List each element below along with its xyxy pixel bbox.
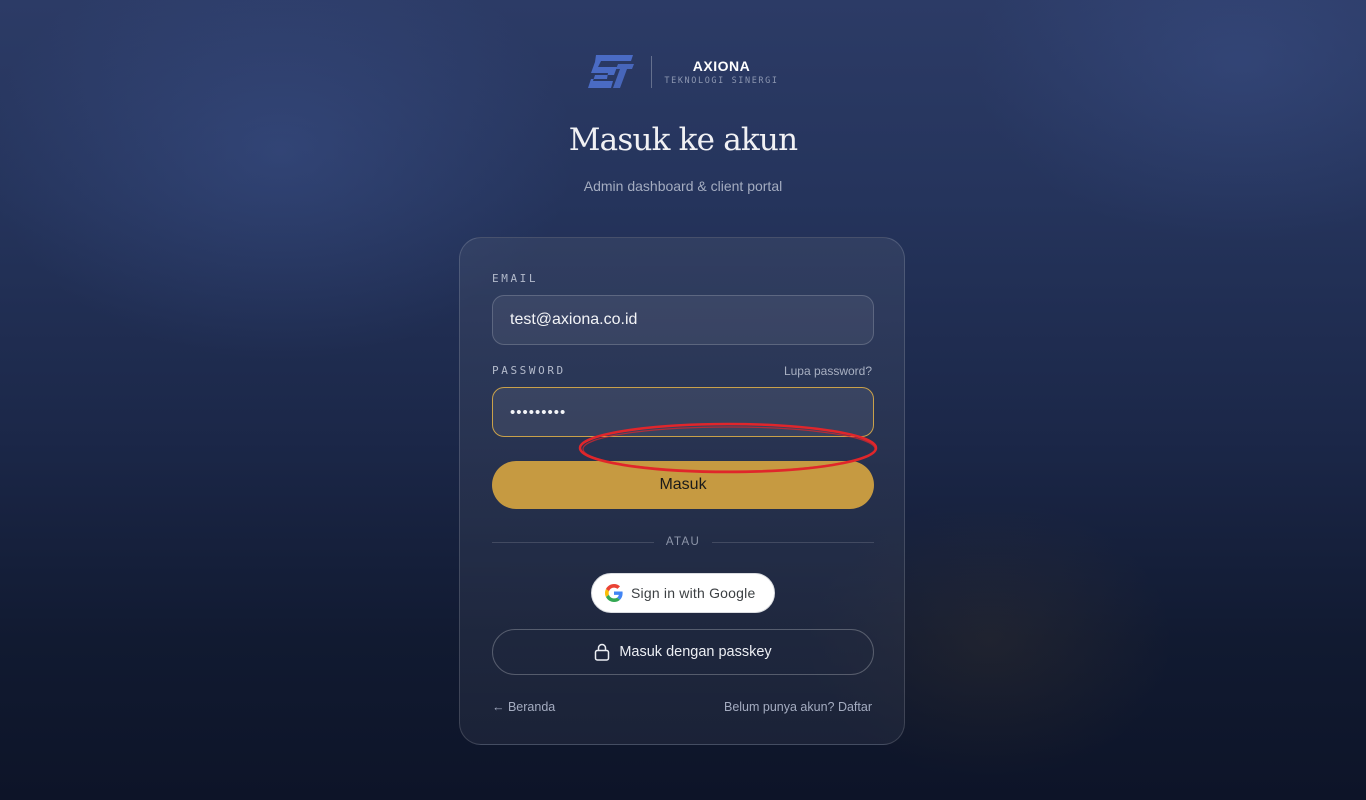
- google-g-icon: [605, 584, 623, 602]
- email-field[interactable]: test@axiona.co.id: [492, 295, 874, 345]
- google-signin-label: Sign in with Google: [631, 585, 756, 601]
- divider-line-left: [492, 541, 654, 543]
- password-value: •••••••••: [510, 403, 567, 421]
- passkey-label: Masuk dengan passkey: [619, 644, 772, 660]
- brand-tagline: TEKNOLOGI SINERGI: [664, 76, 779, 86]
- home-link[interactable]: ← Beranda: [492, 700, 555, 714]
- forgot-password-link[interactable]: Lupa password?: [784, 364, 872, 378]
- divider-text: ATAU: [665, 536, 701, 548]
- axiona-logo-icon: [588, 55, 635, 88]
- email-value: test@axiona.co.id: [510, 311, 638, 328]
- page-subtitle: Admin dashboard & client portal: [583, 178, 783, 194]
- brand-header: AXIONA TEKNOLOGI SINERGI: [0, 53, 1366, 91]
- google-signin-button[interactable]: Sign in with Google: [591, 573, 775, 613]
- brand-lockup: AXIONA TEKNOLOGI SINERGI: [587, 53, 778, 91]
- brand-name: AXIONA: [692, 58, 751, 74]
- signup-link[interactable]: Belum punya akun? Daftar: [724, 700, 872, 714]
- page-title: Masuk ke akun: [568, 122, 798, 158]
- red-ellipse-annotation: [578, 422, 878, 474]
- passkey-button[interactable]: Masuk dengan passkey: [492, 629, 874, 675]
- divider-line-right: [712, 541, 875, 543]
- lock-icon: [595, 643, 610, 661]
- brand-text: AXIONA TEKNOLOGI SINERGI: [664, 58, 778, 86]
- password-label: PASSWORD: [492, 364, 566, 377]
- brand-divider: [651, 56, 653, 88]
- or-divider: ATAU: [492, 534, 875, 550]
- login-card: EMAIL test@axiona.co.id PASSWORD Lupa pa…: [459, 237, 905, 745]
- email-label: EMAIL: [492, 272, 539, 285]
